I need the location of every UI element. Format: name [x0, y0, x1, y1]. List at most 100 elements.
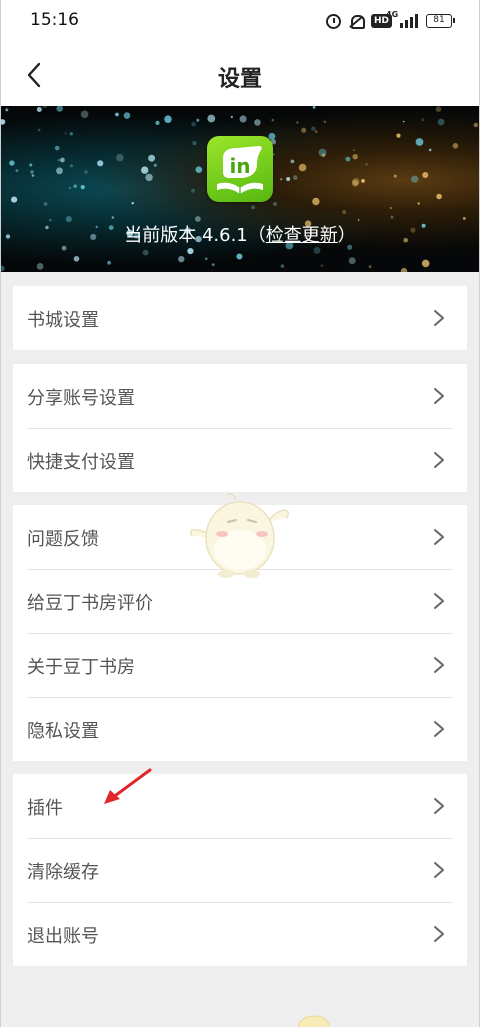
- chevron-right-icon: [433, 592, 445, 610]
- bokeh-dot: [254, 119, 261, 126]
- bell-muted-icon: [349, 14, 365, 29]
- bokeh-dot: [5, 108, 9, 112]
- network-type: 4G: [386, 10, 399, 19]
- bokeh-dot: [452, 143, 459, 149]
- bokeh-dot: [351, 179, 359, 187]
- bokeh-dot: [321, 153, 326, 157]
- bokeh-dot: [361, 179, 365, 183]
- bokeh-dot: [296, 121, 299, 124]
- bokeh-dot: [73, 184, 77, 188]
- chevron-right-icon: [433, 528, 445, 546]
- bokeh-dot: [80, 185, 85, 190]
- bokeh-dot: [348, 257, 356, 265]
- bokeh-dot: [42, 106, 48, 109]
- settings-item-rate-app[interactable]: 给豆丁书房评价: [13, 569, 467, 633]
- app-logo: in: [207, 136, 273, 202]
- settings-group-about: 问题反馈 给豆丁书房评价 关于豆丁书房 隐私设置: [13, 505, 467, 761]
- bokeh-dot: [0, 119, 6, 125]
- bokeh-dot: [393, 174, 397, 178]
- bokeh-dot: [84, 170, 88, 174]
- bokeh-dot: [141, 166, 149, 174]
- bokeh-dot: [11, 196, 18, 203]
- settings-item-quick-pay[interactable]: 快捷支付设置: [13, 428, 467, 492]
- settings-item-label: 退出账号: [27, 926, 99, 947]
- status-bar: 15:16 HD 4G 81: [0, 0, 480, 44]
- bokeh-dot: [80, 110, 89, 119]
- bokeh-dot: [301, 127, 307, 133]
- bokeh-dot: [142, 249, 149, 256]
- bokeh-dot: [73, 256, 80, 262]
- settings-item-feedback[interactable]: 问题反馈: [13, 505, 467, 569]
- bokeh-dot: [195, 166, 203, 173]
- bokeh-dot: [462, 217, 466, 220]
- bokeh-dot: [30, 170, 34, 174]
- bokeh-dot: [417, 202, 420, 205]
- bokeh-dot: [290, 159, 295, 164]
- bokeh-dot: [69, 132, 74, 136]
- bokeh-dot: [313, 246, 321, 254]
- svg-text:in: in: [229, 154, 250, 178]
- bokeh-dot: [64, 132, 67, 135]
- bokeh-dot: [345, 156, 351, 162]
- bokeh-dot: [239, 115, 247, 123]
- settings-item-label: 关于豆丁书房: [27, 657, 135, 678]
- bokeh-dot: [69, 164, 73, 168]
- bokeh-dot: [353, 149, 355, 152]
- bokeh-dot: [56, 106, 63, 112]
- bokeh-dot: [211, 263, 215, 266]
- bokeh-dot: [29, 163, 33, 167]
- settings-item-logout[interactable]: 退出账号: [13, 902, 467, 966]
- bokeh-dot: [204, 257, 208, 261]
- bokeh-dot: [36, 263, 44, 270]
- bokeh-dot: [107, 260, 111, 265]
- bokeh-dot: [352, 154, 358, 160]
- bokeh-dot: [421, 118, 425, 122]
- settings-item-clear-cache[interactable]: 清除缓存: [13, 838, 467, 902]
- bokeh-dot: [323, 120, 327, 124]
- bokeh-dot: [192, 141, 197, 146]
- check-update-link[interactable]: 检查更新: [266, 225, 338, 246]
- settings-item-label: 问题反馈: [27, 529, 99, 550]
- bokeh-dot: [435, 106, 442, 112]
- bokeh-dot: [207, 114, 216, 123]
- settings-item-about[interactable]: 关于豆丁书房: [13, 633, 467, 697]
- bokeh-dot: [389, 207, 392, 209]
- chevron-right-icon: [433, 451, 445, 469]
- bokeh-dot: [191, 188, 195, 193]
- bokeh-dot: [421, 259, 430, 268]
- bokeh-dot: [365, 163, 368, 166]
- bokeh-dot: [97, 160, 104, 167]
- settings-item-share-account[interactable]: 分享账号设置: [13, 364, 467, 428]
- settings-item-plugins[interactable]: 插件: [13, 774, 467, 838]
- status-time: 15:16: [30, 10, 79, 30]
- bokeh-dot: [312, 106, 316, 109]
- bokeh-dot: [428, 148, 432, 152]
- bokeh-dot: [36, 107, 42, 112]
- header: 设置: [0, 44, 480, 106]
- bokeh-dot: [312, 197, 320, 206]
- status-icons: HD 4G 81: [325, 10, 455, 32]
- settings-group-account: 分享账号设置 快捷支付设置: [13, 364, 467, 492]
- bokeh-dot: [251, 205, 256, 210]
- bokeh-dot: [473, 122, 478, 128]
- bokeh-dot: [402, 120, 405, 123]
- mascot-peek-icon: [297, 1015, 331, 1027]
- settings-item-bookstore[interactable]: 书城设置: [13, 286, 467, 350]
- page-title: 设置: [217, 67, 262, 92]
- bokeh-dot: [236, 253, 243, 260]
- bokeh-dot: [411, 175, 419, 183]
- bokeh-dot: [148, 154, 156, 162]
- settings-item-label: 清除缓存: [27, 862, 99, 883]
- settings-item-privacy[interactable]: 隐私设置: [13, 697, 467, 761]
- bokeh-dot: [320, 264, 324, 267]
- settings-group-store: 书城设置: [13, 286, 467, 350]
- chevron-right-icon: [433, 797, 445, 815]
- battery-icon: 81: [426, 14, 455, 28]
- bokeh-dot: [311, 126, 316, 131]
- bokeh-dot: [54, 145, 60, 151]
- bokeh-dot: [298, 163, 307, 172]
- bokeh-dot: [187, 248, 194, 255]
- bokeh-dot: [111, 216, 115, 219]
- bokeh-dot: [0, 265, 5, 272]
- bokeh-dot: [437, 118, 445, 126]
